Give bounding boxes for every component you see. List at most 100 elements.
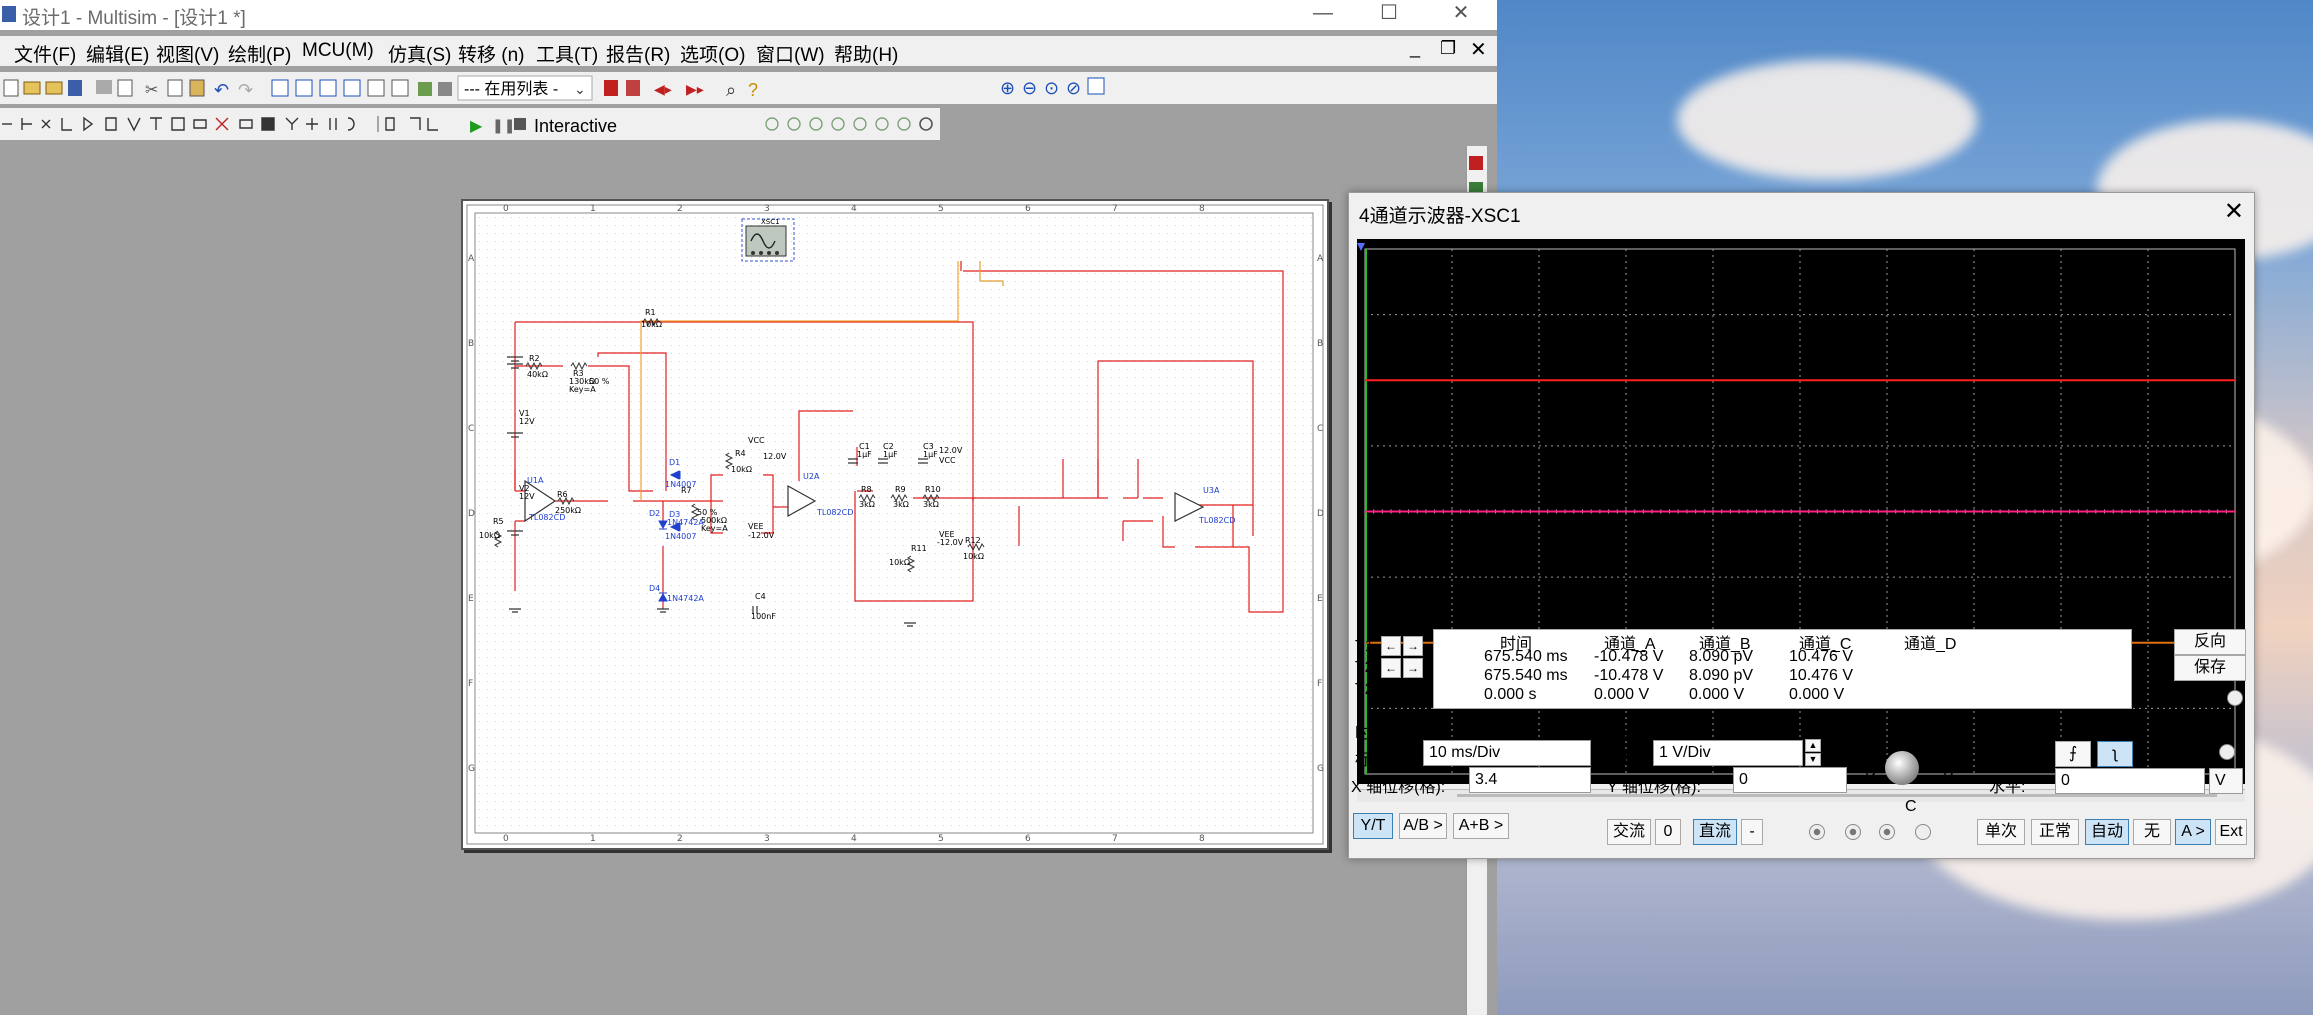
save-button[interactable]: 保存 xyxy=(2174,655,2246,681)
menu-file[interactable]: 文件(F) xyxy=(14,40,76,67)
sheet-column-label: 6 xyxy=(1025,834,1031,844)
trigger-mode-button-1[interactable]: 正常 xyxy=(2031,819,2079,845)
channel-radio-0[interactable] xyxy=(1809,824,1825,840)
trigger-mode-button-5[interactable]: Ext xyxy=(2215,819,2247,845)
svg-text:1N4007: 1N4007 xyxy=(665,532,696,541)
coupling-minus-button[interactable]: - xyxy=(1741,819,1763,845)
doc-close-button[interactable]: ✕ xyxy=(1470,37,1487,62)
schematic-sheet[interactable]: 001122334455667788 AABBCCDDEEFFGG XSC1 R… xyxy=(461,199,1329,850)
coupling-dc-button[interactable]: 直流 xyxy=(1693,819,1737,845)
svg-text:3kΩ: 3kΩ xyxy=(893,500,909,509)
trigger-level-unit[interactable]: V xyxy=(2209,768,2243,794)
menu-transfer[interactable]: 转移 (n) xyxy=(458,40,525,67)
gnd-radio[interactable] xyxy=(2227,690,2243,706)
trigger-mode-button-0[interactable]: 单次 xyxy=(1977,819,2025,845)
sheet-row-label: A xyxy=(1317,254,1324,264)
menu-bar: 文件(F) 编辑(E) 视图(V) 绘制(P) MCU(M) 仿真(S) 转移 … xyxy=(0,36,1497,66)
trigger-edge-rising[interactable]: ⨍ xyxy=(2055,741,2091,767)
sheet-column-label: 0 xyxy=(503,834,509,844)
oscilloscope-close-button[interactable]: ✕ xyxy=(2224,197,2244,226)
sheet-column-label: 4 xyxy=(851,204,857,214)
svg-text:10kΩ: 10kΩ xyxy=(731,465,752,474)
run-icon[interactable]: ▶ xyxy=(470,118,483,135)
mode-button-1[interactable]: A/B > xyxy=(1399,813,1447,839)
sheet-row-label: A xyxy=(468,254,475,264)
y-position-field[interactable]: 0 xyxy=(1733,767,1847,793)
channel-selector-knob[interactable] xyxy=(1885,751,1919,785)
trigger-ext-label: Ext xyxy=(2181,743,2205,760)
menu-tools[interactable]: 工具(T) xyxy=(536,40,598,67)
menu-edit[interactable]: 编辑(E) xyxy=(86,40,149,67)
svg-text:R10: R10 xyxy=(925,485,941,494)
menu-mcu[interactable]: MCU(M) xyxy=(302,40,374,62)
sheet-column-label: 3 xyxy=(764,204,770,214)
cursor-t1-left-button[interactable]: ← xyxy=(1381,636,1401,656)
close-button[interactable]: ✕ xyxy=(1438,0,1484,28)
cursor-t2-right-button[interactable]: → xyxy=(1403,658,1423,678)
x-position-field[interactable]: 3.4 xyxy=(1469,767,1591,793)
channel-title: 通道_D xyxy=(1607,725,1660,742)
schematic-drawing[interactable]: 0 0 1 1 2 2 3 3 4 4 5 5 6 6 7 7 8 8 A A B B C C D D E E F F G G xyxy=(463,201,1327,848)
coupling-zero-button[interactable]: 0 xyxy=(1655,819,1681,845)
svg-text:3kΩ: 3kΩ xyxy=(859,500,875,509)
channel-radio-2[interactable] xyxy=(1879,824,1895,840)
channel-radio-3[interactable] xyxy=(1915,824,1931,840)
svg-text:D4: D4 xyxy=(649,584,660,593)
svg-text:⊘: ⊘ xyxy=(1066,78,1081,98)
trigger-edge-falling[interactable]: ʅ xyxy=(2097,741,2133,767)
knob-a-label: A xyxy=(1905,731,1916,748)
probe-toolbar[interactable] xyxy=(760,108,940,140)
trigger-mode-button-3[interactable]: 无 xyxy=(2133,819,2171,845)
menu-help[interactable]: 帮助(H) xyxy=(834,40,898,67)
channel-scale-down[interactable]: ▼ xyxy=(1805,753,1821,766)
timebase-scale-label: 标度: xyxy=(1355,752,1392,769)
channel-radio-1[interactable] xyxy=(1845,824,1861,840)
trigger-ext-radio[interactable] xyxy=(2219,744,2235,760)
sheet-row-label: D xyxy=(468,509,475,519)
sheet-row-label: G xyxy=(1317,764,1324,774)
menu-view[interactable]: 视图(V) xyxy=(156,40,219,67)
sheet-row-label: B xyxy=(1317,339,1323,349)
timebase-scale-field[interactable]: 10 ms/Div xyxy=(1423,740,1591,766)
mode-button-2[interactable]: A+B > xyxy=(1453,813,1509,839)
zoom-toolbar[interactable]: ⊕ ⊖ ⊙ ⊘ xyxy=(990,74,1120,102)
trigger-mode-button-2[interactable]: 自动 xyxy=(2085,819,2129,845)
stop-icon[interactable] xyxy=(514,118,526,130)
trigger-mode-button-4[interactable]: A > xyxy=(2175,819,2211,845)
standard-toolbar-icons[interactable]: ✂ ↶ ↷ --- 在用列表 - ⌄ ◀▸ ▶▸ ⌕ ? xyxy=(0,72,1160,104)
svg-text:⊕: ⊕ xyxy=(1000,78,1015,98)
svg-text:⊙: ⊙ xyxy=(1044,78,1059,98)
svg-text:1µF: 1µF xyxy=(923,450,938,459)
doc-minimize-button[interactable]: _ xyxy=(1410,38,1420,59)
svg-text:C4: C4 xyxy=(755,592,766,601)
menu-simulate[interactable]: 仿真(S) xyxy=(388,40,451,67)
in-use-list[interactable]: --- 在用列表 - xyxy=(464,80,558,98)
channel-scale-field[interactable]: 1 V/Div xyxy=(1653,740,1803,766)
svg-text:VCC: VCC xyxy=(748,436,765,445)
maximize-button[interactable]: ☐ xyxy=(1366,0,1412,28)
channel-scale-up[interactable]: ▲ xyxy=(1805,739,1821,752)
pause-icon[interactable]: ❚❚ xyxy=(492,117,515,134)
minimize-button[interactable]: — xyxy=(1300,0,1346,28)
menu-options[interactable]: 选项(O) xyxy=(680,40,745,67)
interactive-label[interactable]: Interactive xyxy=(534,116,617,136)
reverse-button[interactable]: 反向 xyxy=(2174,629,2246,655)
svg-text:3kΩ: 3kΩ xyxy=(923,500,939,509)
doc-restore-button[interactable]: ❐ xyxy=(1440,38,1456,59)
menu-reports[interactable]: 报告(R) xyxy=(606,40,670,67)
menu-window[interactable]: 窗口(W) xyxy=(756,40,825,67)
mode-button-0[interactable]: Y/T xyxy=(1353,813,1393,839)
readout-t1-time: 675.540 ms xyxy=(1484,648,1568,665)
trigger-level-field[interactable]: 0 xyxy=(2055,768,2205,794)
menu-place[interactable]: 绘制(P) xyxy=(228,40,291,67)
toolbar-components: ▶ ❚❚ Interactive xyxy=(0,108,940,140)
cursor-t2t1-label: T2-T1 xyxy=(1355,681,1398,698)
channel-scale-label: 刻度: xyxy=(1607,752,1644,769)
cursor-t2-left-button[interactable]: ← xyxy=(1381,658,1401,678)
cursor-t1-right-button[interactable]: → xyxy=(1403,636,1423,656)
svg-text:⌄: ⌄ xyxy=(574,81,586,97)
svg-text:▶▸: ▶▸ xyxy=(686,81,704,97)
coupling-ac-button[interactable]: 交流 xyxy=(1607,819,1651,845)
sheet-row-label: G xyxy=(468,764,475,774)
sheet-column-label: 8 xyxy=(1199,834,1205,844)
